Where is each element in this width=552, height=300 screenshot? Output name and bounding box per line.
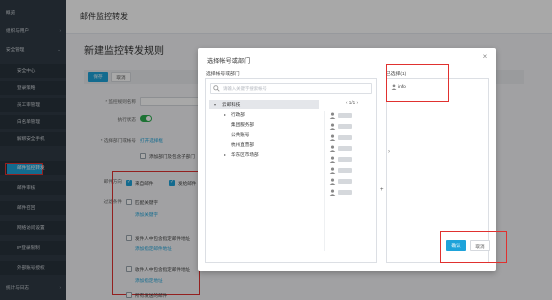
confirm-button[interactable]: 确认: [446, 240, 466, 251]
tree-node-label: 公共账号: [231, 132, 250, 137]
user-icon: [329, 178, 336, 185]
obscured-name: [338, 168, 352, 173]
tree-node-label: 杭州直营部: [231, 142, 254, 147]
org-tree: ▾ 云邮科技 ▸ 行政部 集团服务部 公共账号 杭州直营部 ▸ 华东区市场部: [209, 100, 321, 260]
caret-right-icon: ▸: [224, 112, 227, 117]
tree-node-admin[interactable]: ▸ 行政部: [209, 110, 245, 119]
user-icon: [329, 167, 336, 174]
obscured-name: [338, 113, 352, 118]
tree-node-label: 集团服务部: [231, 122, 254, 127]
obscured-name: [338, 124, 352, 129]
obscured-name: [338, 190, 352, 195]
tree-node-group-service[interactable]: 集团服务部: [209, 120, 254, 129]
user-icon: [329, 112, 336, 119]
tree-node-hangzhou[interactable]: 杭州直营部: [209, 140, 254, 149]
obscured-name: [338, 157, 352, 162]
member-list: [324, 111, 374, 251]
search-placeholder: 请输入关键字搜索帐号: [223, 86, 267, 91]
obscured-name: [338, 135, 352, 140]
tree-node-public-account[interactable]: 公共账号: [209, 130, 249, 139]
user-icon: [329, 145, 336, 152]
org-tree-panel: 请输入关键字搜索帐号 ▾ 云邮科技 ▸ 行政部 集团服务部 公共账号 杭州直营部…: [205, 78, 384, 263]
close-icon[interactable]: ×: [480, 52, 490, 62]
modal-title: 选择帐号或部门: [207, 58, 251, 65]
tree-node-root[interactable]: ▾ 云邮科技: [209, 100, 319, 109]
annotation-box: [386, 64, 449, 102]
user-icon: [329, 123, 336, 130]
user-icon: [329, 156, 336, 163]
plus-icon[interactable]: +: [380, 187, 384, 193]
search-icon: [213, 85, 220, 92]
left-panel-label: 选择帐号或部门: [206, 72, 240, 77]
caret-right-icon: ▸: [224, 152, 227, 157]
tree-node-east-china[interactable]: ▸ 华东区市场部: [209, 150, 259, 159]
member-pager[interactable]: ‹ 1/1 ›: [346, 100, 358, 105]
tree-node-label: 华东区市场部: [231, 152, 259, 157]
search-input[interactable]: 请输入关键字搜索帐号: [210, 83, 372, 94]
tree-node-label: 云邮科技: [222, 102, 241, 107]
modal-cancel-button[interactable]: 取消: [470, 240, 490, 251]
user-icon: [329, 189, 336, 196]
user-icon: [329, 134, 336, 141]
tree-node-label: 行政部: [231, 112, 245, 117]
obscured-name: [338, 146, 352, 151]
obscured-name: [338, 179, 352, 184]
caret-down-icon: ▾: [214, 102, 217, 107]
